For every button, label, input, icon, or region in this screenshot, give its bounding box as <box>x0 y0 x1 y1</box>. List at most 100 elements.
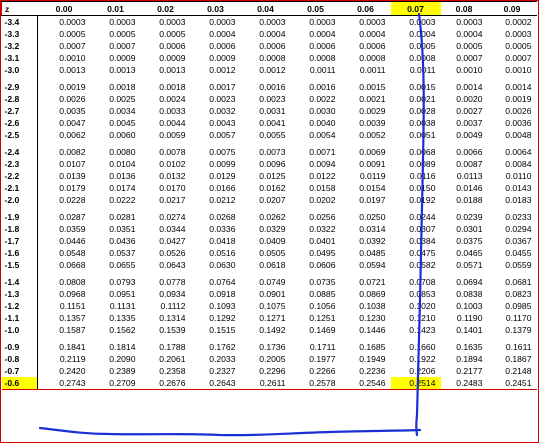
probability-cell: 0.0418 <box>209 236 236 246</box>
probability-cell: 0.0336 <box>209 224 236 234</box>
probability-cell: 0.0170 <box>159 183 186 193</box>
probability-cell: 0.0307 <box>409 224 436 234</box>
probability-cell: 0.2090 <box>109 354 136 364</box>
probability-cell: 0.0217 <box>159 195 186 205</box>
z-row-label: -1.7 <box>1 235 38 247</box>
probability-cell: 0.0455 <box>505 248 532 258</box>
probability-cell: 0.0901 <box>259 289 286 299</box>
probability-cell: 0.0197 <box>359 195 386 205</box>
table-row: -2.0 0.0228 0.0222 0.0217 0.0212 0.0207 0.0202… <box>1 194 537 206</box>
probability-cell: 0.0668 <box>59 260 86 270</box>
table-row: -1.8 0.0359 0.0351 0.0344 0.0336 0.0329 0.0322… <box>1 223 537 235</box>
probability-cell: 0.0179 <box>59 183 86 193</box>
table-row: -2.6 0.0047 0.0045 0.0044 0.0043 0.0041 0.0040… <box>1 117 537 129</box>
probability-cell: 0.0041 <box>259 118 286 128</box>
table-row: -3.2 0.0007 0.0007 0.0006 0.0006 0.0006 0.0006… <box>1 40 537 52</box>
probability-cell: 0.1894 <box>456 354 483 364</box>
probability-cell: 0.1660 <box>409 342 436 352</box>
probability-cell: 0.0125 <box>259 171 286 181</box>
probability-cell: 0.1977 <box>309 354 336 364</box>
probability-cell: 0.0003 <box>59 17 86 27</box>
probability-cell: 0.0146 <box>456 183 483 193</box>
probability-cell: 0.0885 <box>309 289 336 299</box>
table-row: -0.7 0.2420 0.2389 0.2358 0.2327 0.2296 0.2266… <box>1 365 537 377</box>
probability-cell: 0.1170 <box>505 313 532 323</box>
column-header-0-03: 0.03 <box>190 1 241 16</box>
probability-cell: 0.0162 <box>259 183 286 193</box>
probability-cell: 0.0004 <box>209 29 236 39</box>
probability-cell: 0.0183 <box>505 195 532 205</box>
probability-cell: 0.1788 <box>159 342 186 352</box>
probability-cell: 0.0021 <box>409 94 436 104</box>
probability-cell: 0.1357 <box>59 313 86 323</box>
table-row: -1.1 0.1357 0.1335 0.1314 0.1292 0.1271 0.1251… <box>1 312 537 324</box>
probability-cell: 0.0239 <box>456 212 483 222</box>
probability-cell: 0.1314 <box>159 313 186 323</box>
probability-cell: 0.0013 <box>159 65 186 75</box>
probability-cell: 0.0122 <box>309 171 336 181</box>
z-table: z 0.00 0.01 0.02 0.03 0.04 0.05 0.06 0.07 0.08 0.… <box>1 1 537 390</box>
probability-cell: 0.2296 <box>259 366 286 376</box>
probability-cell: 0.0084 <box>505 159 532 169</box>
probability-cell: 0.0023 <box>259 94 286 104</box>
probability-cell: 0.0594 <box>359 260 386 270</box>
column-header-0-05: 0.05 <box>290 1 341 16</box>
probability-cell: 0.0708 <box>409 277 436 287</box>
z-row-label: -3.4 <box>1 15 38 28</box>
probability-cell: 0.0037 <box>456 118 483 128</box>
probability-cell: 0.0004 <box>309 29 336 39</box>
probability-cell: 0.0011 <box>309 65 336 75</box>
table-row: -3.0 0.0013 0.0013 0.0013 0.0012 0.0012 0.0011… <box>1 64 537 76</box>
z-row-label: -2.5 <box>1 129 38 141</box>
probability-cell: 0.0721 <box>359 277 386 287</box>
probability-cell: 0.0618 <box>259 260 286 270</box>
table-row: -2.4 0.0082 0.0080 0.0078 0.0075 0.0073 0.0071… <box>1 146 537 158</box>
probability-cell: 0.0005 <box>456 41 483 51</box>
probability-cell: 0.0051 <box>409 130 436 140</box>
probability-cell: 0.0132 <box>159 171 186 181</box>
table-row: -0.9 0.1841 0.1814 0.1788 0.1762 0.1736 0.1711… <box>1 341 537 353</box>
table-row: -0.6 0.2743 0.2709 0.2676 0.2643 0.2611 0.2578… <box>1 377 537 390</box>
probability-cell: 0.1867 <box>505 354 532 364</box>
probability-cell: 0.0136 <box>109 171 136 181</box>
table-row: -3.4 0.0003 0.0003 0.0003 0.0003 0.0003 0.0003… <box>1 15 537 28</box>
probability-cell: 0.1131 <box>109 301 136 311</box>
probability-cell: 0.2177 <box>456 366 483 376</box>
probability-cell: 0.0262 <box>259 212 286 222</box>
probability-cell: 0.2266 <box>309 366 336 376</box>
column-header-0-02: 0.02 <box>140 1 191 16</box>
probability-cell: 0.0495 <box>309 248 336 258</box>
probability-cell: 0.0026 <box>505 106 532 116</box>
probability-cell: 0.0158 <box>309 183 336 193</box>
probability-cell: 0.0036 <box>505 118 532 128</box>
probability-cell: 0.0166 <box>209 183 236 193</box>
probability-cell: 0.0048 <box>505 130 532 140</box>
probability-cell: 0.0516 <box>209 248 236 258</box>
probability-cell: 0.0004 <box>259 29 286 39</box>
probability-cell: 0.0250 <box>359 212 386 222</box>
probability-cell: 0.0003 <box>109 17 136 27</box>
probability-cell: 0.0033 <box>159 106 186 116</box>
z-row-label: -1.4 <box>1 276 38 288</box>
probability-cell: 0.0096 <box>259 159 286 169</box>
probability-cell: 0.0838 <box>456 289 483 299</box>
probability-cell: 0.0054 <box>309 130 336 140</box>
probability-cell: 0.0475 <box>409 248 436 258</box>
probability-cell: 0.0071 <box>309 147 336 157</box>
probability-cell: 0.1151 <box>59 301 86 311</box>
probability-cell: 0.0808 <box>59 277 86 287</box>
probability-cell: 0.0174 <box>109 183 136 193</box>
probability-cell: 0.1056 <box>309 301 336 311</box>
probability-cell: 0.0003 <box>409 17 436 27</box>
probability-cell: 0.0099 <box>209 159 236 169</box>
probability-cell: 0.0009 <box>209 53 236 63</box>
probability-cell: 0.0008 <box>359 53 386 63</box>
probability-cell: 0.1075 <box>259 301 286 311</box>
probability-cell: 0.1020 <box>409 301 436 311</box>
probability-cell: 0.0060 <box>109 130 136 140</box>
probability-cell: 0.0002 <box>505 17 532 27</box>
probability-cell: 0.0228 <box>59 195 86 205</box>
probability-cell: 0.0032 <box>209 106 236 116</box>
probability-cell: 0.1190 <box>456 313 483 323</box>
probability-cell: 0.0016 <box>259 82 286 92</box>
